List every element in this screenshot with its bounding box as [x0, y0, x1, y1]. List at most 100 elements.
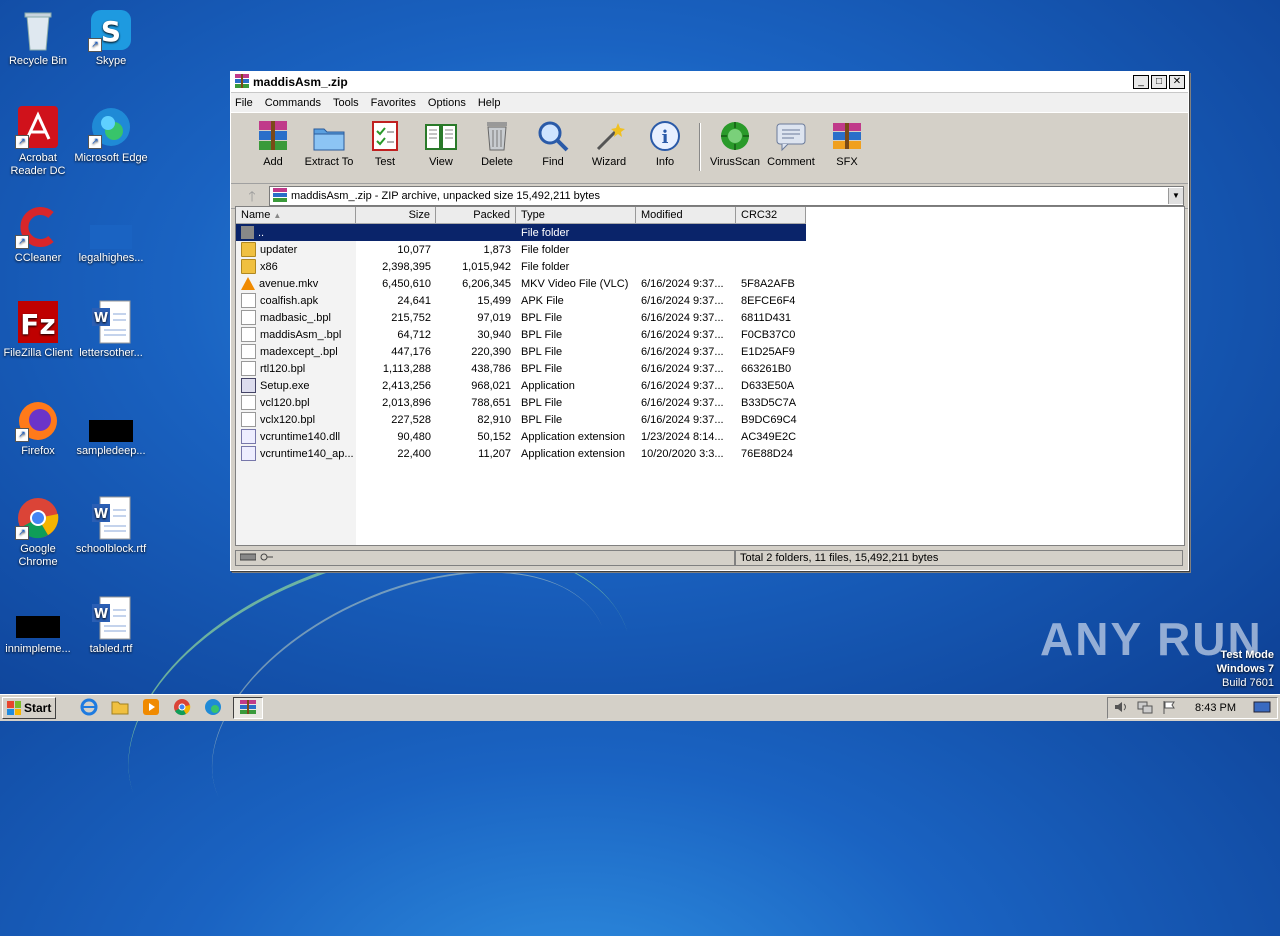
folder-icon	[241, 242, 256, 257]
taskbar-ie[interactable]	[78, 698, 100, 718]
file-icon	[241, 412, 256, 427]
minimize-button[interactable]: _	[1133, 75, 1149, 89]
vlc-icon	[241, 277, 255, 290]
test-button[interactable]: Test	[357, 119, 413, 168]
cell-modified: 6/16/2024 9:37...	[641, 362, 724, 375]
desktop-icon-filezilla[interactable]: Fz FileZilla Client	[0, 300, 76, 360]
desktop-icon-firefox[interactable]: ↗ Firefox	[0, 398, 76, 458]
file-row[interactable]: Setup.exe 2,413,256 968,021 Application 6/16…	[236, 377, 806, 394]
file-row[interactable]: rtl120.bpl 1,113,288 438,786 BPL File 6/16/2…	[236, 360, 806, 377]
file-icon	[241, 361, 256, 376]
file-row[interactable]: vcruntime140_ap... 22,400 11,207 Applicatio…	[236, 445, 806, 462]
menu-options[interactable]: Options	[428, 97, 466, 109]
volume-icon[interactable]	[1114, 700, 1128, 717]
menu-help[interactable]: Help	[478, 97, 501, 109]
cell-name: vclx120.bpl	[236, 412, 356, 427]
filezilla-icon: Fz	[15, 300, 61, 344]
file-row[interactable]: updater 10,077 1,873 File folder	[236, 241, 806, 258]
desktop-icon-skype[interactable]: S ↗ Skype	[73, 8, 149, 68]
column-header-packed[interactable]: Packed	[436, 207, 516, 223]
desktop-icon-schoolblock[interactable]: W schoolblock.rtf	[73, 496, 149, 556]
taskbar: Start 8:43 PM	[0, 694, 1280, 721]
wizard-button[interactable]: Wizard	[581, 119, 637, 168]
taskbar-media-player[interactable]	[140, 698, 162, 718]
show-desktop-icon[interactable]	[1253, 700, 1271, 717]
cell-name: ..	[236, 226, 356, 239]
chrome-icon	[173, 698, 191, 719]
desktop-icon-legalhighes[interactable]: legalhighes...	[73, 205, 149, 265]
file-row[interactable]: avenue.mkv 6,450,610 6,206,345 MKV Video Fi…	[236, 275, 806, 292]
start-button[interactable]: Start	[2, 697, 57, 719]
column-header-modified[interactable]: Modified	[636, 207, 736, 223]
desktop-icon-recycle-bin[interactable]: Recycle Bin	[0, 8, 76, 68]
delete-button[interactable]: Delete	[469, 119, 525, 168]
desktop-icon-acrobat[interactable]: ↗ Acrobat Reader DC	[0, 105, 76, 178]
column-header-size[interactable]: Size	[356, 207, 436, 223]
blank-file-icon	[88, 205, 134, 249]
file-row[interactable]: vcl120.bpl 2,013,896 788,651 BPL File 6/16/2…	[236, 394, 806, 411]
desktop-icon-chrome[interactable]: ↗ Google Chrome	[0, 496, 76, 569]
virusscan-button[interactable]: VirusScan	[707, 119, 763, 168]
file-row[interactable]: madbasic_.bpl 215,752 97,019 BPL File 6/16/2…	[236, 309, 806, 326]
view-button[interactable]: View	[413, 119, 469, 168]
file-row[interactable]: vcruntime140.dll 90,480 50,152 Application …	[236, 428, 806, 445]
cell-name: vcruntime140.dll	[236, 429, 356, 444]
file-row[interactable]: x86 2,398,395 1,015,942 File folder	[236, 258, 806, 275]
svg-text:W: W	[94, 311, 108, 326]
file-row[interactable]: vclx120.bpl 227,528 82,910 BPL File 6/16/202…	[236, 411, 806, 428]
column-header-name[interactable]: Name ▲	[236, 207, 356, 223]
extract-icon	[312, 119, 346, 153]
file-row[interactable]: madexcept_.bpl 447,176 220,390 BPL File 6/16…	[236, 343, 806, 360]
file-list[interactable]: Name ▲ Size Packed Type Modified CRC32 .…	[235, 206, 1185, 546]
sfx-icon	[830, 119, 864, 153]
archive-icon	[273, 187, 287, 205]
column-header-crc32[interactable]: CRC32	[736, 207, 806, 223]
add-button[interactable]: Add	[245, 119, 301, 168]
taskbar-winrar[interactable]	[233, 697, 264, 719]
cell-name: Setup.exe	[236, 378, 356, 393]
desktop-icon-lettersother[interactable]: W lettersother...	[73, 300, 149, 360]
info-button[interactable]: i Info	[637, 119, 693, 168]
up-icon	[241, 226, 254, 239]
close-button[interactable]: ✕	[1169, 75, 1185, 89]
cell-size: 2,413,256	[382, 379, 431, 392]
clock[interactable]: 8:43 PM	[1195, 702, 1236, 714]
desktop-icon-tabled[interactable]: W tabled.rtf	[73, 596, 149, 656]
key-icon	[260, 552, 274, 565]
title-bar[interactable]: maddisAsm_.zip _ □ ✕	[231, 72, 1188, 93]
path-text: maddisAsm_.zip - ZIP archive, unpacked s…	[291, 190, 600, 202]
file-rows: .. File folder updater 10,077 1,873 File fold…	[236, 224, 806, 462]
column-header-type[interactable]: Type	[516, 207, 636, 223]
taskbar-chrome[interactable]	[171, 698, 193, 718]
chevron-down-icon[interactable]: ▼	[1168, 188, 1183, 204]
desktop-icon-sampledeep[interactable]: sampledeep...	[73, 398, 149, 458]
edge-icon	[204, 698, 222, 719]
network-icon[interactable]	[1137, 700, 1153, 717]
taskbar-edge[interactable]	[202, 698, 224, 718]
menu-commands[interactable]: Commands	[265, 97, 321, 109]
path-combobox[interactable]: maddisAsm_.zip - ZIP archive, unpacked s…	[269, 186, 1184, 206]
taskbar-explorer[interactable]	[109, 698, 131, 718]
cell-size: 22,400	[397, 447, 431, 460]
cell-crc: AC349E2C	[741, 430, 797, 443]
desktop-icon-ccleaner[interactable]: ↗ CCleaner	[0, 205, 76, 265]
menu-tools[interactable]: Tools	[333, 97, 359, 109]
maximize-button[interactable]: □	[1151, 75, 1167, 89]
menu-file[interactable]: File	[235, 97, 253, 109]
action-center-flag-icon[interactable]	[1162, 700, 1176, 717]
menu-favorites[interactable]: Favorites	[371, 97, 416, 109]
extract-to-button[interactable]: Extract To	[301, 119, 357, 168]
file-row[interactable]: maddisAsm_.bpl 64,712 30,940 BPL File 6/16/2…	[236, 326, 806, 343]
desktop-icon-edge[interactable]: ↗ Microsoft Edge	[73, 105, 149, 165]
desktop-icon-innimpleme[interactable]: innimpleme...	[0, 596, 76, 656]
file-row[interactable]: coalfish.apk 24,641 15,499 APK File 6/16/202…	[236, 292, 806, 309]
file-row[interactable]: .. File folder	[236, 224, 806, 241]
toolbar: Add Extract To Test View Delete Find Wiz…	[231, 112, 1188, 184]
comment-button[interactable]: Comment	[763, 119, 819, 168]
find-button[interactable]: Find	[525, 119, 581, 168]
cell-type: MKV Video File (VLC)	[521, 277, 629, 290]
word-document-icon: W	[88, 596, 134, 640]
up-one-level-button[interactable]: 🡑	[235, 186, 269, 206]
sfx-button[interactable]: SFX	[819, 119, 875, 168]
winrar-window[interactable]: maddisAsm_.zip _ □ ✕ File Commands Tools…	[230, 71, 1189, 571]
